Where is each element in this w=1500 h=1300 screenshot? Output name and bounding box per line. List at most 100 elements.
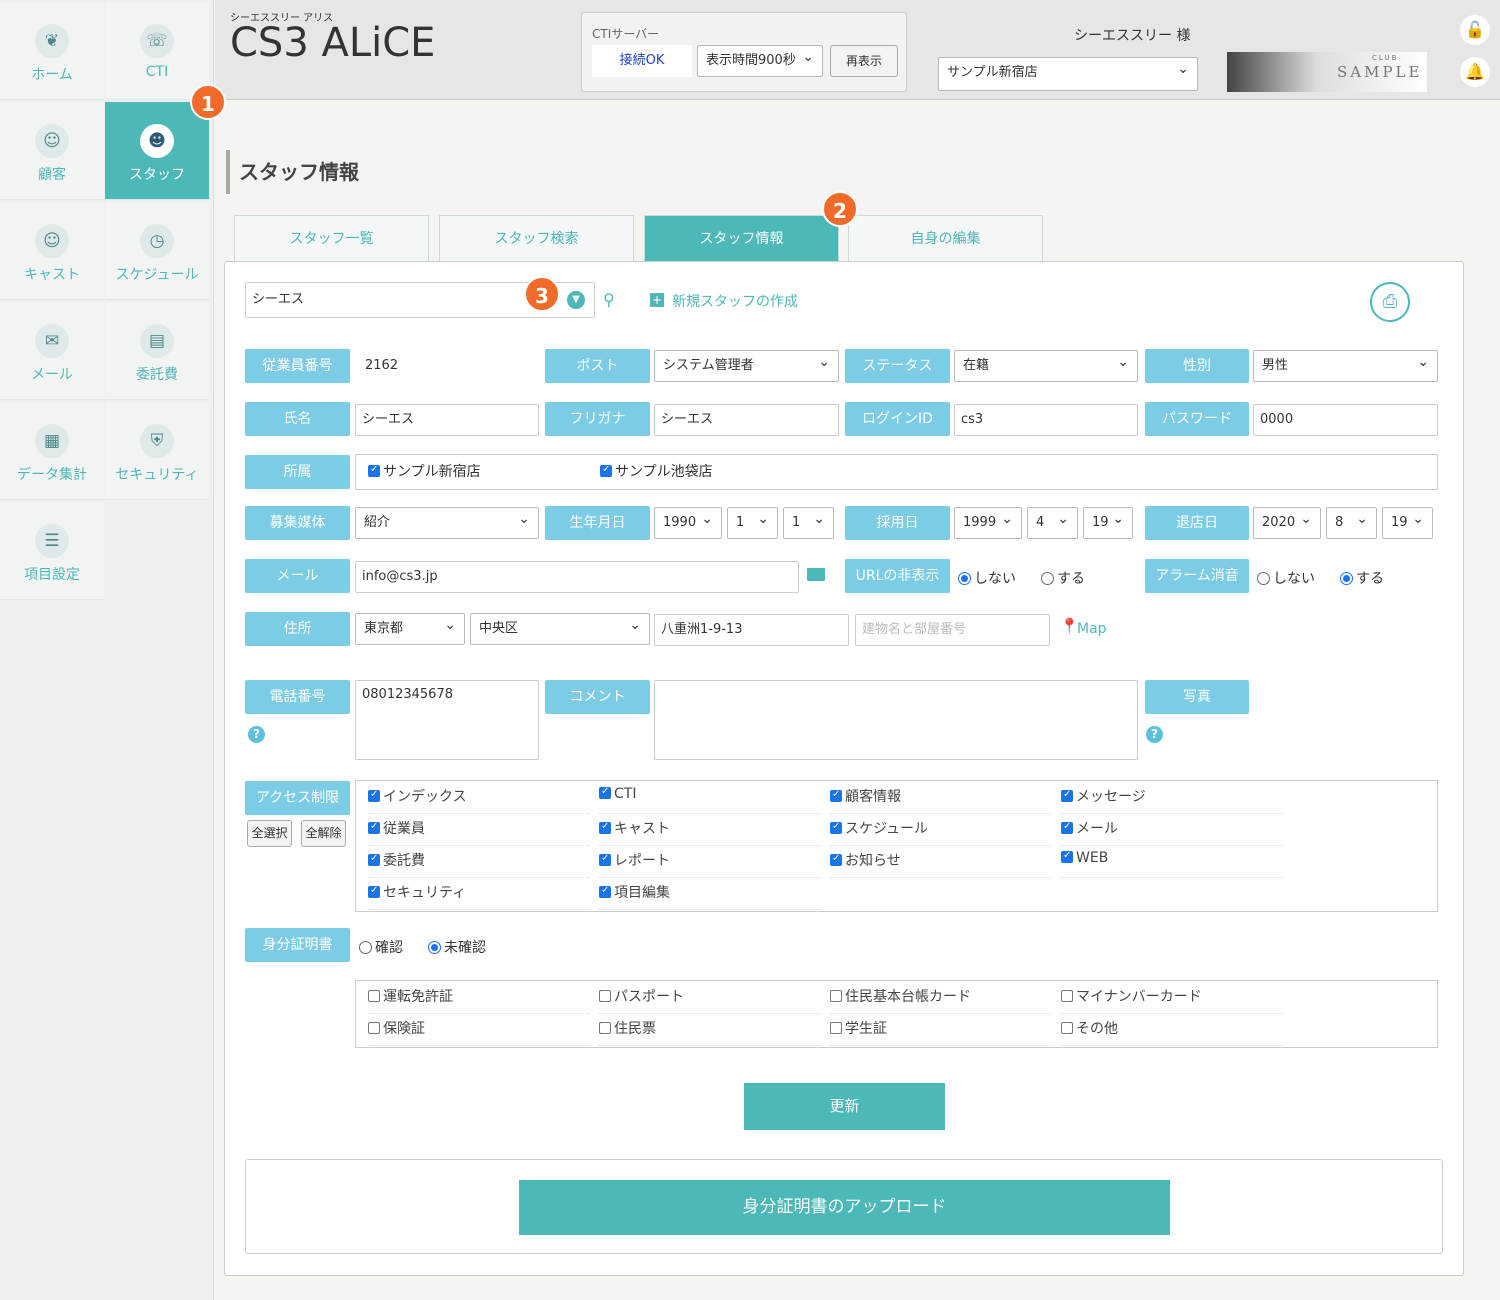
access-option[interactable]: 委託費 <box>368 850 590 878</box>
sidebar-item-wallet[interactable]: ▤ 委託費 <box>105 302 209 400</box>
checkbox[interactable] <box>830 1022 842 1034</box>
help-icon[interactable]: ? <box>248 726 265 743</box>
tab-self-edit[interactable]: 自身の編集 <box>848 215 1043 261</box>
affil-shinjuku[interactable]: サンプル新宿店 <box>368 461 481 481</box>
checkbox[interactable] <box>1061 1022 1073 1034</box>
access-option[interactable]: セキュリティ <box>368 882 590 910</box>
url-hide-no[interactable]: しない <box>958 568 1016 588</box>
radio[interactable] <box>1041 572 1054 585</box>
sidebar-item-shield[interactable]: ⛨ セキュリティ <box>105 402 209 500</box>
tel-input[interactable]: 08012345678 <box>355 680 539 760</box>
radio[interactable] <box>359 941 372 954</box>
birth-day[interactable]: 1 <box>783 504 834 539</box>
checkbox[interactable] <box>830 853 842 866</box>
id-unconfirmed[interactable]: 未確認 <box>428 937 486 957</box>
club-banner[interactable]: CLUB SAMPLE <box>1227 52 1427 92</box>
update-button[interactable]: 更新 <box>744 1083 945 1130</box>
checkbox[interactable] <box>1061 850 1073 863</box>
id_types-option[interactable]: 保険証 <box>368 1018 590 1046</box>
checkbox[interactable] <box>368 853 380 866</box>
access-option[interactable]: レポート <box>599 850 821 878</box>
sidebar-item-customer[interactable]: ☺ 顧客 <box>0 102 104 200</box>
checkbox[interactable] <box>1061 789 1073 802</box>
sidebar-item-cast[interactable]: ☺ キャスト <box>0 202 104 300</box>
leave-year[interactable]: 2020 <box>1253 504 1321 539</box>
checkbox[interactable] <box>368 464 380 477</box>
checkbox[interactable] <box>599 853 611 866</box>
map-pin-icon[interactable]: 📍 <box>1060 617 1079 635</box>
checkbox[interactable] <box>599 990 611 1002</box>
radio[interactable] <box>1257 572 1270 585</box>
hire-day[interactable]: 19 <box>1083 504 1133 539</box>
hire-month[interactable]: 4 <box>1027 504 1078 539</box>
pref-select[interactable]: 東京都 <box>355 610 465 645</box>
url-hide-yes[interactable]: する <box>1041 568 1085 588</box>
tab-staff-list[interactable]: スタッフ一覧 <box>234 215 429 261</box>
checkbox[interactable] <box>830 789 842 802</box>
access-option[interactable]: メッセージ <box>1061 786 1283 814</box>
city-select[interactable]: 中央区 <box>470 610 650 645</box>
checkbox[interactable] <box>599 821 611 834</box>
checkbox[interactable] <box>599 786 611 799</box>
tab-staff-info[interactable]: スタッフ情報 <box>644 215 839 261</box>
access-option[interactable]: お知らせ <box>830 850 1052 878</box>
id_types-option[interactable]: パスポート <box>599 986 821 1014</box>
leave-day[interactable]: 19 <box>1382 504 1433 539</box>
affil-ikebukuro[interactable]: サンプル池袋店 <box>600 461 713 481</box>
lock-icon[interactable]: 🔓 <box>1460 15 1490 45</box>
checkbox[interactable] <box>368 885 380 898</box>
alarm-yes[interactable]: する <box>1340 568 1384 588</box>
radio[interactable] <box>958 572 971 585</box>
print-icon[interactable]: ⎙ <box>1370 282 1410 322</box>
select-all-button[interactable]: 全選択 <box>247 820 292 847</box>
access-option[interactable]: インデックス <box>368 786 590 814</box>
id-confirmed[interactable]: 確認 <box>359 937 403 957</box>
access-option[interactable]: 従業員 <box>368 818 590 846</box>
map-link[interactable]: Map <box>1077 621 1107 637</box>
help-icon[interactable]: ? <box>1146 726 1163 743</box>
checkbox[interactable] <box>830 990 842 1002</box>
radio[interactable] <box>1340 572 1353 585</box>
hire-year[interactable]: 1999 <box>954 504 1022 539</box>
alarm-no[interactable]: しない <box>1257 568 1315 588</box>
birth-month[interactable]: 1 <box>727 504 778 539</box>
store-select[interactable]: サンプル新宿店 <box>938 54 1198 91</box>
sidebar-item-chart[interactable]: ▦ データ集計 <box>0 402 104 500</box>
access-option[interactable]: スケジュール <box>830 818 1052 846</box>
id_types-option[interactable]: 住民基本台帳カード <box>830 986 1052 1014</box>
building-input[interactable]: 建物名と部屋番号 <box>855 614 1050 646</box>
checkbox[interactable] <box>368 789 380 802</box>
redisplay-button[interactable]: 再表示 <box>830 45 898 77</box>
access-option[interactable]: CTI <box>599 786 821 814</box>
sidebar-item-rabbit[interactable]: ❦ ホーム <box>0 2 104 100</box>
checkbox[interactable] <box>599 885 611 898</box>
street-input[interactable]: 八重洲1-9-13 <box>654 614 849 646</box>
access-option[interactable]: メール <box>1061 818 1283 846</box>
sidebar-item-mail[interactable]: ✉ メール <box>0 302 104 400</box>
access-option[interactable]: 項目編集 <box>599 882 821 910</box>
access-option[interactable]: 顧客情報 <box>830 786 1052 814</box>
sidebar-item-clock[interactable]: ◷ スケジュール <box>105 202 209 300</box>
id_types-option[interactable]: その他 <box>1061 1018 1283 1046</box>
sidebar-item-clipboard[interactable]: ☰ 項目設定 <box>0 502 104 600</box>
id_types-option[interactable]: 学生証 <box>830 1018 1052 1046</box>
radio[interactable] <box>428 941 441 954</box>
checkbox[interactable] <box>368 821 380 834</box>
access-option[interactable]: WEB <box>1061 850 1283 878</box>
search-icon[interactable]: ⚲ <box>603 290 615 309</box>
kana-input[interactable]: シーエス <box>654 404 839 436</box>
comment-input[interactable] <box>654 680 1138 760</box>
checkbox[interactable] <box>830 821 842 834</box>
upload-button[interactable]: 身分証明書のアップロード <box>519 1180 1170 1235</box>
sidebar-item-staff[interactable]: ☻ スタッフ <box>105 102 209 200</box>
id_types-option[interactable]: マイナンバーカード <box>1061 986 1283 1014</box>
bell-icon[interactable]: 🔔 <box>1460 57 1490 87</box>
access-option[interactable]: キャスト <box>599 818 821 846</box>
checkbox[interactable] <box>1061 821 1073 834</box>
gender-select[interactable]: 男性 <box>1253 347 1438 382</box>
status-select[interactable]: 在籍 <box>954 347 1138 382</box>
name-input[interactable]: シーエス <box>355 404 539 436</box>
post-select[interactable]: システム管理者 <box>654 347 839 382</box>
checkbox[interactable] <box>1061 990 1073 1002</box>
envelope-icon[interactable] <box>807 568 825 581</box>
